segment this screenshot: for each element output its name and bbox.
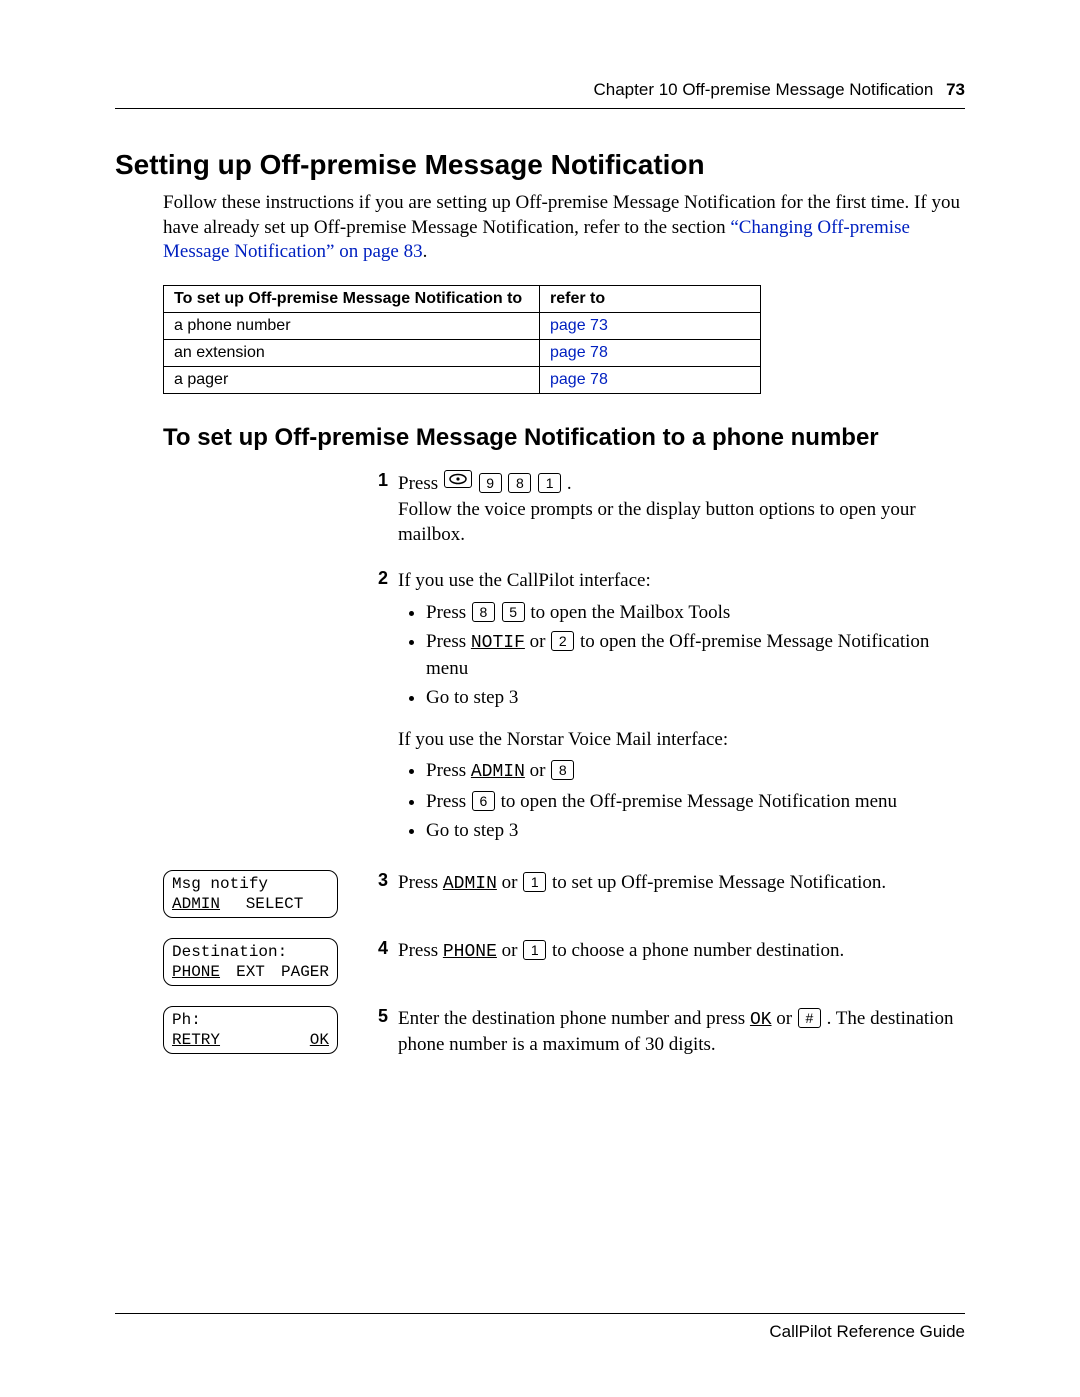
intro-text-end: . bbox=[423, 241, 428, 262]
display-softkey: PHONE bbox=[172, 962, 220, 982]
display-line: Destination: bbox=[172, 942, 329, 962]
list-item: Press ADMIN or 8 bbox=[426, 758, 965, 784]
table-cell: a phone number bbox=[164, 313, 540, 340]
step-text: Press bbox=[426, 631, 471, 652]
softkey-label: ADMIN bbox=[443, 874, 497, 894]
step-item: 2 If you use the CallPilot interface: Pr… bbox=[163, 568, 965, 850]
step-text: Follow the voice prompts or the display … bbox=[398, 499, 916, 546]
page-footer: CallPilot Reference Guide bbox=[115, 1313, 965, 1342]
step-text: to open the Off-premise Message Notifica… bbox=[501, 791, 897, 812]
feature-key-icon bbox=[444, 470, 472, 488]
page-number: 73 bbox=[946, 80, 965, 99]
list-item: Press 6 to open the Off-premise Message … bbox=[426, 789, 965, 815]
step-text: Press bbox=[398, 940, 443, 961]
display-softkey: PAGER bbox=[281, 962, 329, 982]
step-text: or bbox=[530, 760, 551, 781]
step-text: Press bbox=[426, 602, 471, 623]
page: Chapter 10 Off-premise Message Notificat… bbox=[0, 0, 1080, 1397]
step-body: Press 9 8 1 . Follow the voice prompts o… bbox=[398, 470, 965, 548]
step-body: Press ADMIN or 1 to set up Off-premise M… bbox=[398, 870, 965, 896]
step-body: Enter the destination phone number and p… bbox=[398, 1006, 965, 1058]
table-row: a phone number page 73 bbox=[164, 313, 761, 340]
step-number: 2 bbox=[358, 568, 398, 589]
phone-key: 1 bbox=[538, 473, 561, 493]
reference-table: To set up Off-premise Message Notificati… bbox=[163, 285, 761, 394]
phone-key: 9 bbox=[479, 473, 502, 493]
phone-key: 2 bbox=[551, 631, 574, 651]
page-link[interactable]: page 78 bbox=[550, 371, 608, 388]
phone-key: 1 bbox=[523, 940, 546, 960]
softkey-label: PHONE bbox=[443, 942, 497, 962]
page-header: Chapter 10 Off-premise Message Notificat… bbox=[115, 80, 965, 109]
section-title: Setting up Off-premise Message Notificat… bbox=[115, 149, 965, 181]
step-number: 5 bbox=[358, 1006, 398, 1027]
steps-list: 1 Press 9 8 1 . Follow the voice prompts… bbox=[163, 470, 965, 1058]
chapter-label: Chapter 10 Off-premise Message Notificat… bbox=[594, 80, 934, 99]
phone-key: 1 bbox=[523, 872, 546, 892]
list-item: Go to step 3 bbox=[426, 685, 965, 711]
phone-display: Destination: PHONE EXT PAGER bbox=[163, 938, 338, 986]
step-body: Press PHONE or 1 to choose a phone numbe… bbox=[398, 938, 965, 964]
step-text: Press bbox=[426, 760, 471, 781]
step-number: 4 bbox=[358, 938, 398, 959]
phone-display: Ph: RETRY OK bbox=[163, 1006, 338, 1054]
intro-paragraph: Follow these instructions if you are set… bbox=[163, 191, 965, 265]
step-text: . bbox=[567, 473, 572, 494]
phone-key: 5 bbox=[502, 602, 525, 622]
table-cell: an extension bbox=[164, 340, 540, 367]
step-text: If you use the CallPilot interface: bbox=[398, 570, 651, 591]
step-text: or bbox=[502, 940, 523, 961]
phone-key: 8 bbox=[508, 473, 531, 493]
page-link[interactable]: page 78 bbox=[550, 344, 608, 361]
display-softkey: EXT bbox=[236, 962, 265, 982]
softkey-label: NOTIF bbox=[471, 633, 525, 653]
phone-key: 8 bbox=[551, 760, 574, 780]
display-softkey: OK bbox=[310, 1030, 329, 1050]
step-text: to set up Off-premise Message Notificati… bbox=[552, 872, 886, 893]
subsection-heading: To set up Off-premise Message Notificati… bbox=[163, 424, 965, 452]
display-line: Ph: bbox=[172, 1010, 329, 1030]
phone-key: 8 bbox=[472, 602, 495, 622]
footer-text: CallPilot Reference Guide bbox=[769, 1322, 965, 1341]
display-softkey: SELECT bbox=[246, 894, 304, 914]
step-number: 3 bbox=[358, 870, 398, 891]
step-number: 1 bbox=[358, 470, 398, 491]
step-item: Msg notify ADMIN SELECT 3 Press ADMIN or… bbox=[163, 870, 965, 918]
table-row: a pager page 78 bbox=[164, 367, 761, 394]
display-softkey: ADMIN bbox=[172, 894, 220, 914]
phone-key: 6 bbox=[472, 791, 495, 811]
step-item: Ph: RETRY OK 5 Enter the destination pho… bbox=[163, 1006, 965, 1058]
step-text: to choose a phone number destination. bbox=[552, 940, 844, 961]
step-item: 1 Press 9 8 1 . Follow the voice prompts… bbox=[163, 470, 965, 548]
phone-display: Msg notify ADMIN SELECT bbox=[163, 870, 338, 918]
step-item: Destination: PHONE EXT PAGER 4 Press PHO… bbox=[163, 938, 965, 986]
table-header: To set up Off-premise Message Notificati… bbox=[164, 286, 540, 313]
table-row: an extension page 78 bbox=[164, 340, 761, 367]
list-item: Go to step 3 bbox=[426, 818, 965, 844]
softkey-label: OK bbox=[750, 1010, 772, 1030]
step-body: If you use the CallPilot interface: Pres… bbox=[398, 568, 965, 850]
softkey-label: ADMIN bbox=[471, 762, 525, 782]
step-text: or bbox=[776, 1008, 797, 1029]
step-text: Press bbox=[398, 872, 443, 893]
phone-key: # bbox=[798, 1008, 821, 1028]
step-text: to open the Mailbox Tools bbox=[530, 602, 730, 623]
step-text: If you use the Norstar Voice Mail interf… bbox=[398, 729, 728, 750]
page-link[interactable]: page 73 bbox=[550, 317, 608, 334]
list-item: Press NOTIF or 2 to open the Off-premise… bbox=[426, 629, 965, 681]
display-softkey: RETRY bbox=[172, 1030, 220, 1050]
step-text: Press bbox=[398, 473, 443, 494]
step-text: Press bbox=[426, 791, 471, 812]
step-text: or bbox=[530, 631, 551, 652]
table-header: refer to bbox=[540, 286, 761, 313]
display-line: Msg notify bbox=[172, 874, 329, 894]
table-cell: a pager bbox=[164, 367, 540, 394]
step-text: Enter the destination phone number and p… bbox=[398, 1008, 750, 1029]
list-item: Press 8 5 to open the Mailbox Tools bbox=[426, 600, 965, 626]
step-text: or bbox=[502, 872, 523, 893]
